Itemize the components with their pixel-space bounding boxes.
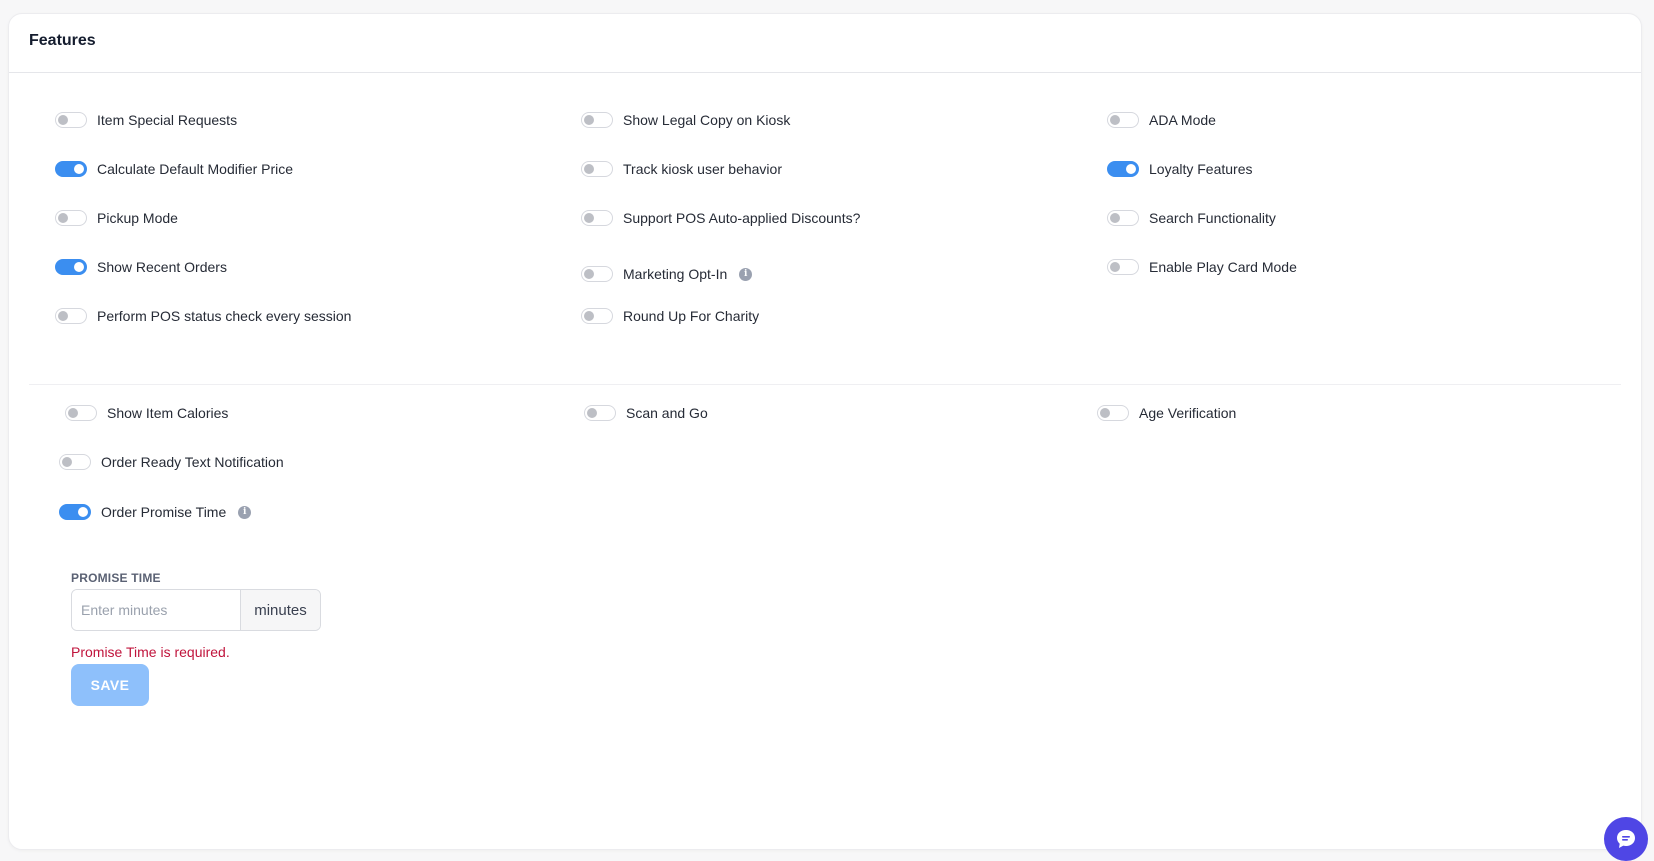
feature-perform-pos-check: Perform POS status check every session xyxy=(55,304,351,328)
minutes-suffix: minutes xyxy=(240,590,320,630)
toggle-knob xyxy=(587,408,597,418)
feature-track-kiosk-behavior: Track kiosk user behavior xyxy=(581,157,782,181)
pickup-mode-label: Pickup Mode xyxy=(97,210,178,226)
ada-mode-toggle[interactable] xyxy=(1107,112,1139,128)
show-item-calories-label: Show Item Calories xyxy=(107,405,229,421)
ada-mode-label: ADA Mode xyxy=(1149,112,1216,128)
toggle-knob xyxy=(1110,262,1120,272)
toggle-knob xyxy=(1126,164,1136,174)
toggle-knob xyxy=(58,311,68,321)
feature-order-promise-time: Order Promise Time i xyxy=(59,500,252,524)
info-icon[interactable]: i xyxy=(238,505,252,519)
toggle-knob xyxy=(62,457,72,467)
age-verification-toggle[interactable] xyxy=(1097,405,1129,421)
order-promise-time-label: Order Promise Time xyxy=(101,504,227,520)
toggle-knob xyxy=(74,164,84,174)
feature-show-item-calories: Show Item Calories xyxy=(65,401,228,425)
show-legal-copy-toggle[interactable] xyxy=(581,112,613,128)
toggle-knob xyxy=(584,115,594,125)
chat-bubble-icon xyxy=(1617,830,1635,848)
promise-time-label: PROMISE TIME xyxy=(71,571,161,585)
pickup-mode-toggle[interactable] xyxy=(55,210,87,226)
promise-time-input[interactable] xyxy=(72,590,240,630)
show-item-calories-toggle[interactable] xyxy=(65,405,97,421)
search-functionality-label: Search Functionality xyxy=(1149,210,1276,226)
toggle-knob xyxy=(1110,115,1120,125)
feature-show-recent-orders: Show Recent Orders xyxy=(55,255,227,279)
feature-search-functionality: Search Functionality xyxy=(1107,206,1276,230)
promise-time-input-group: minutes xyxy=(71,589,321,631)
feature-marketing-opt-in: Marketing Opt-In i xyxy=(581,262,753,286)
toggle-knob xyxy=(78,507,88,517)
toggle-knob xyxy=(1110,213,1120,223)
round-up-charity-label: Round Up For Charity xyxy=(623,308,760,324)
perform-pos-check-label: Perform POS status check every session xyxy=(97,308,352,324)
feature-pickup-mode: Pickup Mode xyxy=(55,206,178,230)
toggle-knob xyxy=(584,269,594,279)
toggle-knob xyxy=(68,408,78,418)
support-pos-discounts-label: Support POS Auto-applied Discounts? xyxy=(623,210,861,226)
support-pos-discounts-toggle[interactable] xyxy=(581,210,613,226)
feature-support-pos-discounts: Support POS Auto-applied Discounts? xyxy=(581,206,860,230)
toggle-knob xyxy=(58,115,68,125)
feature-ada-mode: ADA Mode xyxy=(1107,108,1216,132)
feature-scan-and-go: Scan and Go xyxy=(584,401,708,425)
marketing-opt-in-label: Marketing Opt-In xyxy=(623,266,728,282)
enable-play-card-toggle[interactable] xyxy=(1107,259,1139,275)
section-divider xyxy=(29,384,1621,385)
features-card: Features Item Special Requests Calculate… xyxy=(8,13,1642,850)
feature-enable-play-card: Enable Play Card Mode xyxy=(1107,255,1297,279)
scan-and-go-toggle[interactable] xyxy=(584,405,616,421)
loyalty-features-toggle[interactable] xyxy=(1107,161,1139,177)
toggle-knob xyxy=(74,262,84,272)
show-recent-orders-label: Show Recent Orders xyxy=(97,259,227,275)
feature-item-special-requests: Item Special Requests xyxy=(55,108,237,132)
calc-default-modifier-label: Calculate Default Modifier Price xyxy=(97,161,294,177)
info-icon[interactable]: i xyxy=(739,267,753,281)
track-kiosk-behavior-label: Track kiosk user behavior xyxy=(623,161,782,177)
show-legal-copy-label: Show Legal Copy on Kiosk xyxy=(623,112,791,128)
perform-pos-check-toggle[interactable] xyxy=(55,308,87,324)
toggle-knob xyxy=(58,213,68,223)
enable-play-card-label: Enable Play Card Mode xyxy=(1149,259,1297,275)
feature-loyalty-features: Loyalty Features xyxy=(1107,157,1253,181)
order-promise-time-toggle[interactable] xyxy=(59,504,91,520)
search-functionality-toggle[interactable] xyxy=(1107,210,1139,226)
promise-time-error: Promise Time is required. xyxy=(71,644,230,660)
show-recent-orders-toggle[interactable] xyxy=(55,259,87,275)
order-ready-text-toggle[interactable] xyxy=(59,454,91,470)
round-up-charity-toggle[interactable] xyxy=(581,308,613,324)
calc-default-modifier-toggle[interactable] xyxy=(55,161,87,177)
toggle-knob xyxy=(584,164,594,174)
age-verification-label: Age Verification xyxy=(1139,405,1237,421)
item-special-requests-toggle[interactable] xyxy=(55,112,87,128)
card-title: Features xyxy=(29,32,96,49)
feature-order-ready-text: Order Ready Text Notification xyxy=(59,450,284,474)
feature-calc-default-modifier: Calculate Default Modifier Price xyxy=(55,157,293,181)
scan-and-go-label: Scan and Go xyxy=(626,405,708,421)
feature-show-legal-copy: Show Legal Copy on Kiosk xyxy=(581,108,790,132)
feature-age-verification: Age Verification xyxy=(1097,401,1236,425)
toggle-knob xyxy=(584,213,594,223)
toggle-knob xyxy=(1100,408,1110,418)
feature-round-up-charity: Round Up For Charity xyxy=(581,304,759,328)
chat-widget-button[interactable] xyxy=(1604,817,1648,861)
save-button[interactable]: SAVE xyxy=(71,664,149,706)
title-divider xyxy=(9,72,1641,73)
track-kiosk-behavior-toggle[interactable] xyxy=(581,161,613,177)
order-ready-text-label: Order Ready Text Notification xyxy=(101,454,284,470)
toggle-knob xyxy=(584,311,594,321)
item-special-requests-label: Item Special Requests xyxy=(97,112,238,128)
loyalty-features-label: Loyalty Features xyxy=(1149,161,1253,177)
marketing-opt-in-toggle[interactable] xyxy=(581,266,613,282)
